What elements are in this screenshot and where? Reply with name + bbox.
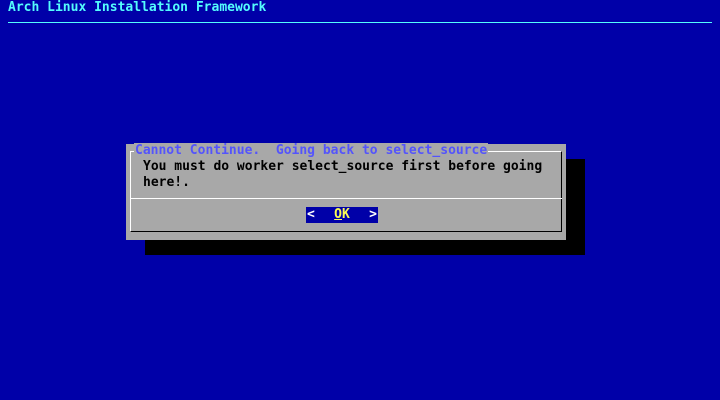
- ok-button-right-bracket: >: [369, 207, 377, 222]
- ok-button[interactable]: < OK >: [306, 207, 378, 223]
- ok-button-label-rest: K: [342, 207, 350, 222]
- dialog-title: Cannot Continue. Going back to select_so…: [134, 143, 489, 159]
- backtitle-rule: [8, 22, 712, 23]
- dialog-separator: [130, 198, 562, 199]
- ok-button-left-bracket: <: [307, 207, 315, 222]
- ok-button-hotkey: O: [334, 207, 342, 222]
- backtitle: Arch Linux Installation Framework: [8, 0, 267, 15]
- message-dialog: Cannot Continue. Going back to select_so…: [126, 143, 566, 240]
- dialog-message: You must do worker select_source first b…: [143, 159, 550, 190]
- ok-button-label: OK: [334, 207, 350, 223]
